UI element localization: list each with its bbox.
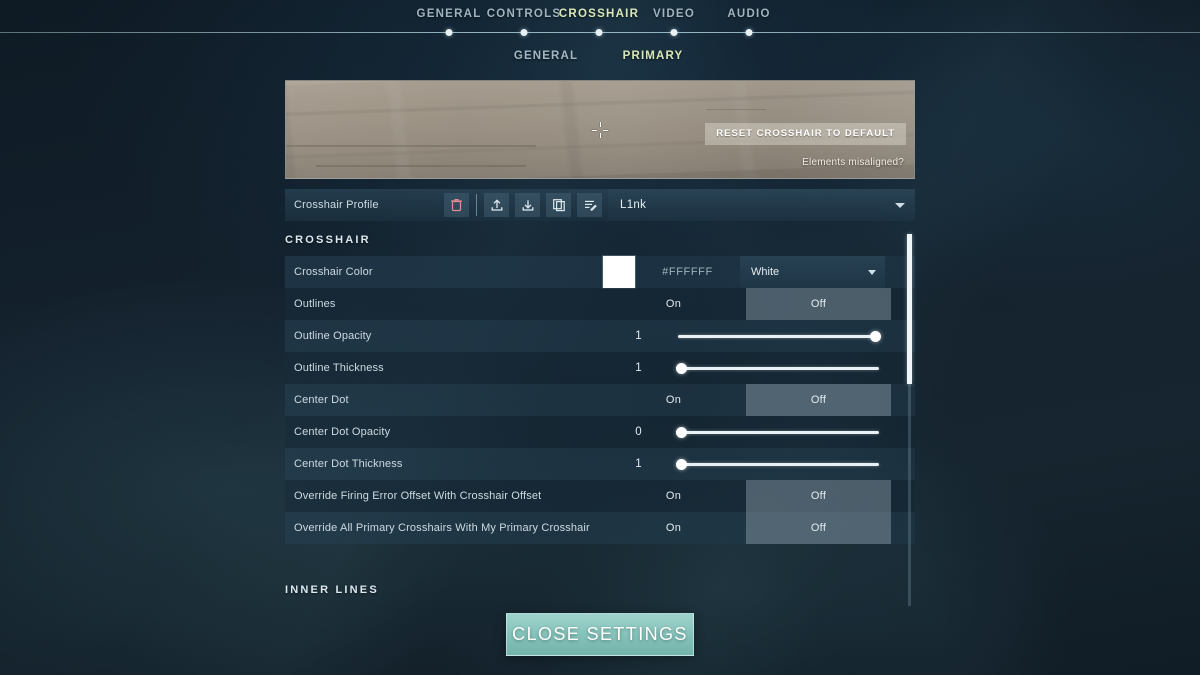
toggle-option-on[interactable]: On <box>601 480 746 512</box>
tab-general[interactable]: GENERAL <box>417 8 482 20</box>
setting-label: Crosshair Color <box>294 266 373 278</box>
duplicate-profile-button[interactable] <box>546 193 571 217</box>
toggle-option-on[interactable]: On <box>601 288 746 320</box>
settings-row: Center Dot On Off <box>285 384 915 416</box>
settings-row: Outlines On Off <box>285 288 915 320</box>
slider-control[interactable] <box>676 448 881 480</box>
toggle-option-off[interactable]: Off <box>746 384 891 416</box>
settings-row: Outline Thickness 1 <box>285 352 915 384</box>
subtab-primary[interactable]: PRIMARY <box>623 50 684 62</box>
crosshair-color-select[interactable]: White <box>740 256 885 288</box>
setting-label: Center Dot Opacity <box>294 426 391 438</box>
crosshair-color-hex-input[interactable]: #FFFFFF <box>635 266 740 278</box>
toggle-option-off[interactable]: Off <box>746 288 891 320</box>
tab-crosshair[interactable]: CROSSHAIR <box>559 8 639 20</box>
slider-value: 0 <box>635 426 642 438</box>
tab-dot-crosshair <box>595 29 603 36</box>
setting-label: Center Dot <box>294 394 349 406</box>
reset-crosshair-to-default-button[interactable]: RESET CROSSHAIR TO DEFAULT <box>705 123 906 145</box>
section-title-inner-lines: INNER LINES <box>285 584 379 596</box>
toggle-option-on[interactable]: On <box>601 512 746 544</box>
slider-control[interactable] <box>676 352 881 384</box>
settings-row: Center Dot Opacity 0 <box>285 416 915 448</box>
crosshair-preview-panel: RESET CROSSHAIR TO DEFAULT Elements misa… <box>285 80 915 179</box>
tab-audio[interactable]: AUDIO <box>727 8 770 20</box>
tab-dot-general <box>445 29 453 36</box>
toggle-option-off[interactable]: Off <box>746 512 891 544</box>
setting-label: Center Dot Thickness <box>294 458 403 470</box>
elements-misaligned-link[interactable]: Elements misaligned? <box>802 157 904 168</box>
slider-track <box>678 431 879 434</box>
slider-handle[interactable] <box>676 459 687 470</box>
crosshair-profile-value: L1nk <box>620 199 647 211</box>
slider-handle[interactable] <box>870 331 881 342</box>
slider-value: 1 <box>635 458 642 470</box>
preview-crack-line <box>286 145 536 147</box>
slider-handle[interactable] <box>676 363 687 374</box>
settings-row: Override All Primary Crosshairs With My … <box>285 512 915 544</box>
subtab-general[interactable]: GENERAL <box>514 50 578 62</box>
settings-row: Crosshair Color #FFFFFF White <box>285 256 915 288</box>
settings-row: Outline Opacity 1 <box>285 320 915 352</box>
crosshair-color-value: White <box>751 266 780 278</box>
import-profile-button[interactable] <box>515 193 540 217</box>
settings-row-list: Crosshair Color #FFFFFF White Outlines On Off… <box>285 256 915 544</box>
preview-crack-line <box>706 109 766 110</box>
valorant-settings-screen: GENERAL CONTROLS CROSSHAIR VIDEO AUDIO GENER… <box>0 0 1200 675</box>
trash-icon <box>451 199 462 212</box>
setting-label: Outline Thickness <box>294 362 384 374</box>
setting-label: Override All Primary Crosshairs With My … <box>294 522 590 534</box>
settings-scrollbar-thumb[interactable] <box>907 234 912 384</box>
toggle-option-on[interactable]: On <box>601 384 746 416</box>
crosshair-profile-label: Crosshair Profile <box>294 199 379 211</box>
slider-track <box>678 463 879 466</box>
crosshair-profile-select[interactable]: L1nk <box>608 189 915 221</box>
download-icon <box>522 200 533 211</box>
copy-icon <box>552 199 565 212</box>
setting-label: Override Firing Error Offset With Crossh… <box>294 490 542 502</box>
slider-track <box>678 367 879 370</box>
tab-dot-audio <box>745 29 753 36</box>
rename-profile-button[interactable] <box>577 193 602 217</box>
tab-dot-video <box>670 29 678 36</box>
crosshair-color-swatch[interactable] <box>603 256 635 288</box>
settings-row: Override Firing Error Offset With Crossh… <box>285 480 915 512</box>
tab-controls[interactable]: CONTROLS <box>487 8 562 20</box>
chevron-down-icon <box>895 202 905 208</box>
slider-track <box>678 335 879 338</box>
slider-control[interactable] <box>676 320 881 352</box>
slider-value: 1 <box>635 330 642 342</box>
setting-label: Outlines <box>294 298 336 310</box>
close-settings-button[interactable]: CLOSE SETTINGS <box>506 613 694 656</box>
section-title-crosshair: CROSSHAIR <box>285 234 371 246</box>
delete-profile-button[interactable] <box>444 193 469 217</box>
export-profile-button[interactable] <box>484 193 509 217</box>
upload-icon <box>491 199 502 211</box>
toggle-option-off[interactable]: Off <box>746 480 891 512</box>
tab-dot-controls <box>520 29 528 36</box>
edit-icon <box>584 200 597 212</box>
crosshair-profile-bar: Crosshair Profile L1nk <box>285 189 915 221</box>
tab-video[interactable]: VIDEO <box>653 8 695 20</box>
slider-value: 1 <box>635 362 642 374</box>
settings-row: Center Dot Thickness 1 <box>285 448 915 480</box>
setting-label: Outline Opacity <box>294 330 372 342</box>
chevron-down-icon <box>868 269 876 275</box>
preview-crack-line <box>316 165 526 167</box>
icon-divider <box>476 194 477 216</box>
slider-control[interactable] <box>676 416 881 448</box>
slider-handle[interactable] <box>676 427 687 438</box>
